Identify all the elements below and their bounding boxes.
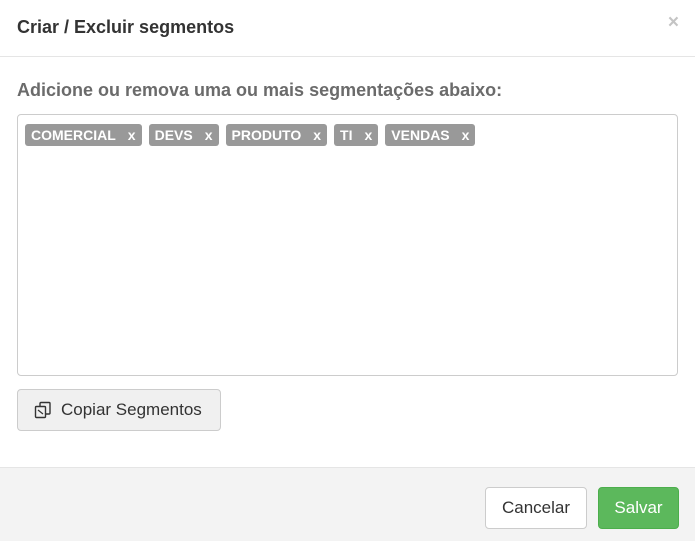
tag-label: DEVS [154, 127, 193, 143]
tag-vendas[interactable]: VENDAS x [385, 124, 476, 146]
cancel-button[interactable]: Cancelar [485, 487, 587, 529]
copy-segments-label: Copiar Segmentos [61, 400, 202, 419]
save-button[interactable]: Salvar [598, 487, 679, 529]
tag-produto[interactable]: PRODUTO x [225, 124, 328, 146]
modal-title: Criar / Excluir segmentos [17, 17, 235, 37]
tag-remove-button[interactable]: x [462, 127, 470, 143]
copy-icon [33, 400, 53, 420]
tag-remove-button[interactable]: x [128, 127, 136, 143]
instruction-label: Adicione ou remova uma ou mais segmentaç… [17, 80, 503, 100]
tag-remove-button[interactable]: x [205, 127, 213, 143]
tag-label: PRODUTO [231, 127, 302, 143]
close-button[interactable]: × [668, 13, 679, 33]
tag-ti[interactable]: TI x [334, 124, 379, 146]
modal-footer: Cancelar Salvar [0, 467, 695, 541]
segments-tag-input[interactable]: COMERCIAL x DEVS x PRODUTO x TI x VENDAS… [17, 114, 678, 376]
tag-comercial[interactable]: COMERCIAL x [25, 124, 142, 146]
tag-label: TI [340, 127, 353, 143]
tag-label: VENDAS [391, 127, 450, 143]
tag-label: COMERCIAL [31, 127, 116, 143]
tag-remove-button[interactable]: x [365, 127, 373, 143]
segments-modal: Criar / Excluir segmentos × Adicione ou … [0, 0, 695, 541]
copy-segments-button[interactable]: Copiar Segmentos [17, 389, 221, 431]
tag-remove-button[interactable]: x [313, 127, 321, 143]
tag-list: COMERCIAL x DEVS x PRODUTO x TI x VENDAS… [25, 124, 670, 146]
modal-header: Criar / Excluir segmentos × [0, 0, 695, 57]
tag-devs[interactable]: DEVS x [148, 124, 219, 146]
